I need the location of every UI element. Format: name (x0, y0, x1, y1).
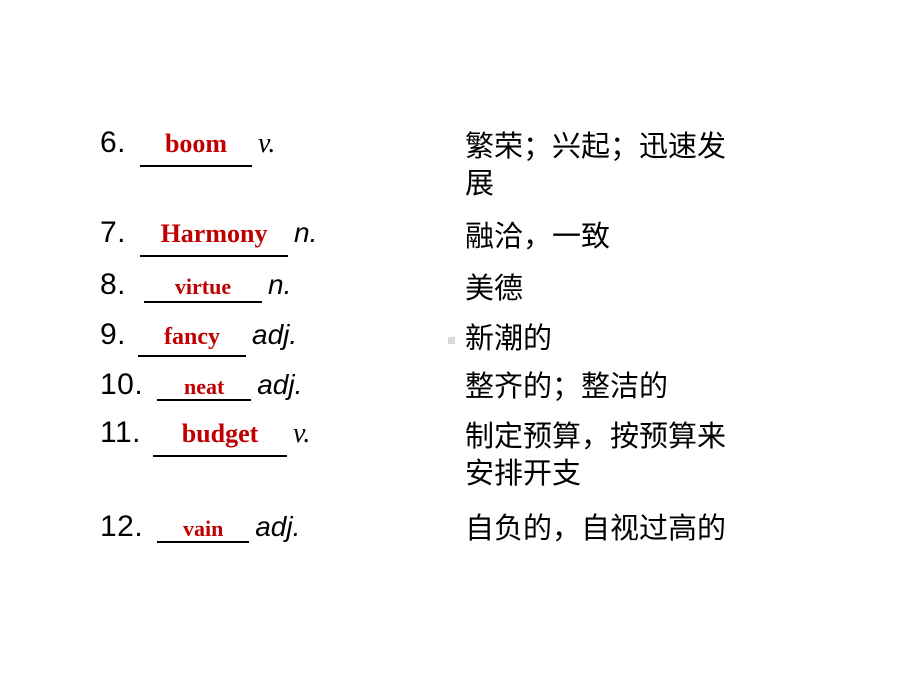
vocab-entry-english: 12. vain adj. (100, 510, 300, 543)
part-of-speech: adj. (255, 511, 301, 542)
item-number: 7. (100, 216, 127, 249)
part-of-speech: v. (258, 128, 276, 159)
item-number: 12. (100, 510, 144, 543)
item-number: 8. (100, 268, 127, 301)
answer-blank[interactable]: budget (152, 419, 287, 457)
slide-canvas: 6. boom v. 繁荣；兴起；迅速发 展 7. Harmony n. 融洽，… (0, 0, 920, 690)
vocab-entry-english: 7. Harmony n. (100, 218, 317, 257)
chinese-meaning: 制定预算，按预算来 安排开支 (465, 419, 727, 490)
answer-blank[interactable]: fancy (138, 324, 247, 357)
answer-word: Harmony (160, 219, 268, 248)
item-number: 9. (100, 318, 127, 351)
chinese-meaning: 融洽，一致 (465, 219, 611, 253)
vocab-entry-english: 6. boom v. (100, 128, 275, 167)
part-of-speech: adj. (252, 319, 298, 350)
answer-blank[interactable]: virtue (144, 274, 263, 303)
chinese-meaning: 繁荣；兴起；迅速发 展 (465, 129, 727, 200)
answer-blank[interactable]: neat (157, 368, 252, 401)
chinese-meaning: 整齐的；整洁的 (465, 369, 669, 403)
answer-word: boom (164, 129, 228, 158)
item-number: 6. (100, 126, 127, 159)
vocab-entry-english: 9. fancy adj. (100, 320, 297, 357)
part-of-speech: n. (294, 217, 318, 248)
part-of-speech: n. (268, 269, 292, 300)
chinese-meaning: 自负的，自视过高的 (465, 511, 727, 545)
answer-word: vain (183, 516, 224, 541)
vocab-entry-english: 8. virtue n. (100, 270, 291, 303)
chinese-meaning: 美德 (465, 271, 524, 305)
bullet-marker-icon (448, 337, 455, 344)
vocab-entry-english: 11. budget v. (100, 418, 310, 457)
item-number: 10. (100, 368, 144, 401)
vocabulary-list: 6. boom v. 繁荣；兴起；迅速发 展 7. Harmony n. 融洽，… (0, 0, 920, 690)
answer-word: fancy (164, 324, 221, 350)
part-of-speech: v. (292, 418, 311, 449)
answer-word: neat (184, 374, 225, 399)
item-number: 11. (100, 416, 141, 449)
answer-blank[interactable]: vain (157, 510, 250, 543)
answer-word: virtue (174, 274, 232, 299)
vocab-entry-english: 10. neat adj. (100, 368, 302, 401)
answer-blank[interactable]: Harmony (140, 219, 289, 257)
part-of-speech: adj. (257, 369, 303, 400)
chinese-meaning: 新潮的 (465, 321, 553, 355)
answer-word: budget (181, 419, 259, 448)
answer-blank[interactable]: boom (140, 129, 253, 167)
